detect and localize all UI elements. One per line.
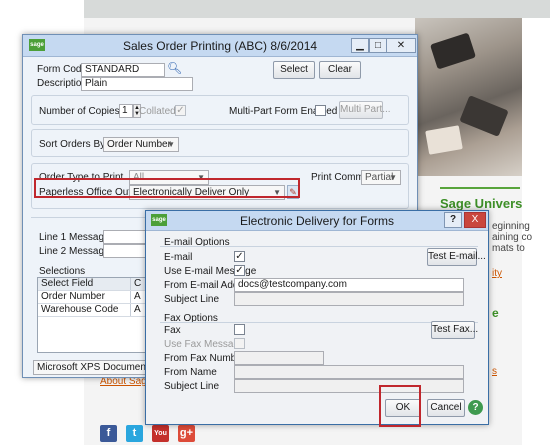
- selections-label: Selections: [39, 266, 86, 277]
- subject-line-field[interactable]: [234, 292, 464, 306]
- paperless-highlight: [34, 178, 300, 198]
- background-text: eginning: [492, 221, 530, 232]
- copies-label: Number of Copies: [39, 106, 120, 117]
- table-header: Select Field C: [38, 278, 146, 291]
- form-code-field[interactable]: STANDARD: [81, 63, 165, 77]
- background-heading: Sage Univers: [440, 196, 523, 211]
- table-row[interactable]: Order Number A: [38, 291, 146, 304]
- divider: [160, 246, 478, 247]
- twitter-icon[interactable]: t: [126, 425, 143, 442]
- use-fax-message-checkbox[interactable]: [234, 338, 245, 349]
- print-comments-select[interactable]: Partial ▼: [361, 170, 401, 185]
- minimize-button[interactable]: ▁: [351, 38, 369, 53]
- ok-button-highlight: [379, 385, 421, 427]
- line1-message-label: Line 1 Message: [39, 232, 110, 243]
- clear-button[interactable]: Clear: [319, 61, 361, 79]
- from-fax-field[interactable]: [234, 351, 324, 365]
- description-label: Description: [37, 78, 88, 89]
- from-fax-label: From Fax Number: [164, 353, 246, 364]
- subject-line-label: Subject Line: [164, 294, 220, 305]
- line2-message-label: Line 2 Message: [39, 246, 110, 257]
- title-bar: sage Sales Order Printing (ABC) 8/6/2014…: [23, 35, 417, 57]
- googleplus-icon[interactable]: g+: [178, 425, 195, 442]
- maximize-button[interactable]: □: [369, 38, 387, 53]
- printer-select[interactable]: Microsoft XPS Document Writer: [33, 360, 149, 375]
- selections-grid: Select Field C Order Number A Warehouse …: [37, 277, 147, 353]
- background-header-strip: [84, 0, 550, 18]
- test-email-button[interactable]: Test E-mail...: [427, 248, 486, 266]
- collated-checkbox[interactable]: ✓: [175, 105, 186, 116]
- email-checkbox[interactable]: ✓: [234, 251, 245, 262]
- email-label: E-mail: [164, 252, 193, 263]
- fax-subject-field[interactable]: [234, 379, 464, 393]
- sort-select[interactable]: Order Number ▼: [103, 137, 179, 152]
- from-name-label: From Name: [164, 367, 217, 378]
- table-row[interactable]: Warehouse Code A: [38, 304, 146, 317]
- help-icon[interactable]: ?: [468, 400, 483, 415]
- background-link[interactable]: ity: [492, 268, 502, 279]
- fax-subject-label: Subject Line: [164, 381, 220, 392]
- collated-label: Collated: [139, 106, 176, 117]
- cancel-button[interactable]: Cancel: [427, 399, 465, 417]
- copies-field[interactable]: 1: [119, 104, 133, 118]
- from-name-field[interactable]: [234, 365, 464, 379]
- multipart-button[interactable]: Multi Part...: [339, 101, 391, 119]
- use-email-message-checkbox[interactable]: ✓: [234, 265, 245, 276]
- description-field[interactable]: Plain: [81, 77, 193, 91]
- help-button[interactable]: ?: [444, 212, 462, 228]
- from-email-field[interactable]: docs@testcompany.com: [234, 278, 464, 292]
- fax-label: Fax: [164, 325, 181, 336]
- youtube-icon[interactable]: You: [152, 425, 169, 442]
- electronic-delivery-dialog: sage Electronic Delivery for Forms ? X E…: [145, 210, 489, 425]
- facebook-icon[interactable]: f: [100, 425, 117, 442]
- multipart-checkbox[interactable]: [315, 105, 326, 116]
- use-fax-message-label: Use Fax Message: [164, 339, 245, 350]
- background-divider: [440, 187, 520, 189]
- form-code-label: Form Code: [37, 64, 88, 75]
- dialog-title-bar: sage Electronic Delivery for Forms ? X: [146, 211, 488, 231]
- background-link[interactable]: s: [492, 366, 497, 377]
- test-fax-button[interactable]: Test Fax...: [431, 321, 478, 339]
- background-photo: [415, 18, 522, 176]
- background-text: aining co: [492, 232, 533, 243]
- background-text: mats to: [492, 243, 525, 254]
- background-text: e: [492, 306, 499, 320]
- dialog-title: Electronic Delivery for Forms: [239, 214, 395, 228]
- search-icon[interactable]: 🔍︎: [167, 61, 182, 75]
- fax-checkbox[interactable]: [234, 324, 245, 335]
- dialog-close-button[interactable]: X: [464, 212, 486, 228]
- close-button[interactable]: ✕: [386, 38, 416, 53]
- select-button[interactable]: Select: [273, 61, 315, 79]
- sort-label: Sort Orders By: [39, 139, 106, 150]
